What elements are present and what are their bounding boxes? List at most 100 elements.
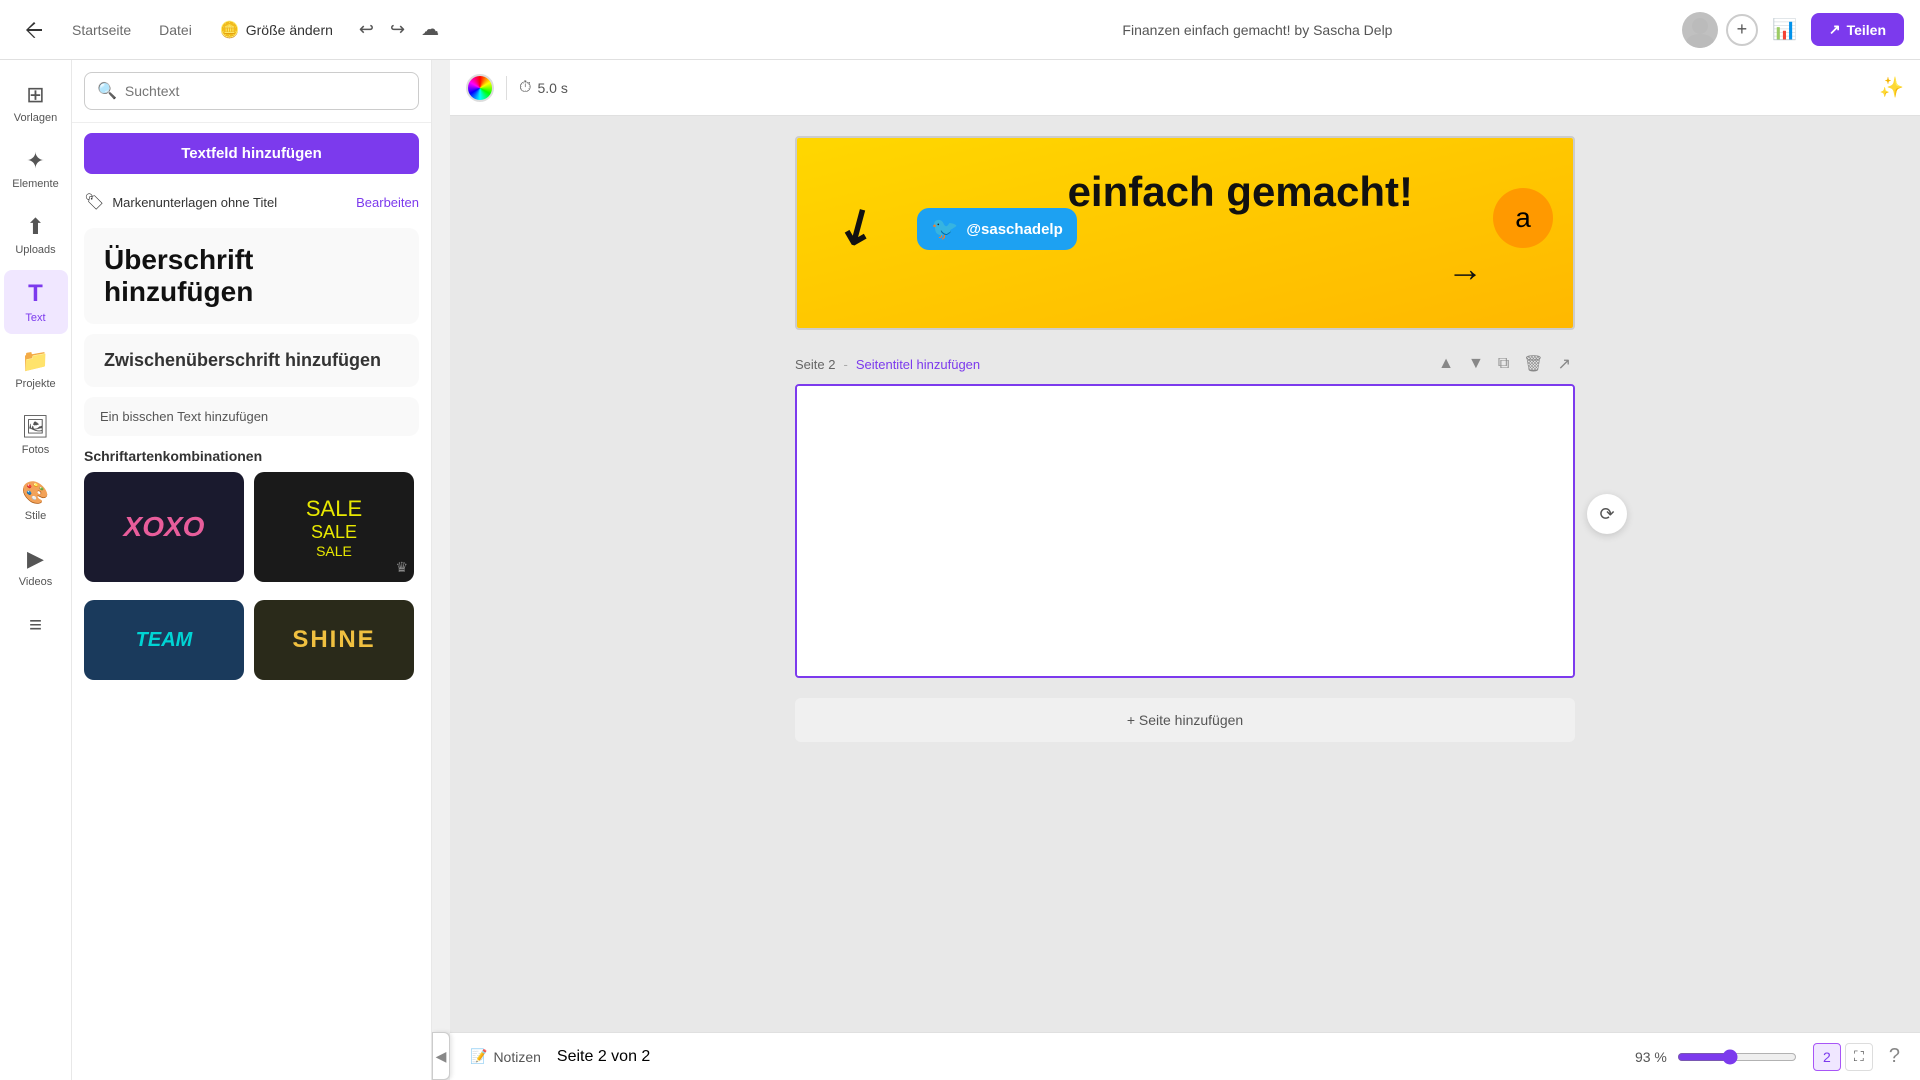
twitter-icon: 🐦 [931,216,958,242]
fotos-icon: 🖼 [22,414,50,440]
sidebar-item-label: Fotos [22,444,50,456]
font-combo-sale[interactable]: SALE SALE SALE ♛ [254,472,414,582]
search-input[interactable] [125,83,406,99]
sidebar-item-label: Stile [25,510,46,522]
arrow-left-decoration: ↙ [826,192,889,261]
page2-header-right: ▲ ▼ ⧉ 🗑 ↗ [1434,350,1575,378]
notes-icon: 📝 [470,1048,487,1065]
avatar [1682,12,1718,48]
undo-button[interactable]: ↩ [353,13,380,46]
brand-edit-button[interactable]: Bearbeiten [356,195,419,210]
sidebar-item-projekte[interactable]: 📁 Projekte [4,338,68,400]
zoom-section: 93 % [1635,1049,1797,1065]
projekte-icon: 📁 [22,348,49,374]
add-heading-card[interactable]: Überschrift hinzufügen [84,228,419,324]
page-duplicate-button[interactable]: ⧉ [1494,351,1513,377]
share-icon: ↗ [1829,21,1841,38]
add-subheading-card[interactable]: Zwischenüberschrift hinzufügen [84,334,419,387]
page2-header-left: Seite 2 - Seitentitel hinzufügen [795,357,980,372]
save-cloud-button[interactable]: ☁ [415,13,445,46]
sale-line1: SALE [306,496,362,522]
sidebar-item-videos[interactable]: ▶ Videos [4,536,68,598]
page2-slide[interactable] [795,384,1575,678]
color-wheel[interactable] [466,74,494,102]
arrow-right-decoration: → [1447,248,1483,290]
search-icon: 🔍 [97,81,117,101]
home-button[interactable]: Startseite [64,16,139,44]
page-indicator: Seite 2 von 2 [557,1048,650,1066]
analytics-icon[interactable]: 📊 [1766,11,1803,48]
page2-title-input[interactable]: Seitentitel hinzufügen [856,357,980,372]
view-buttons: 2 ⛶ [1813,1043,1873,1071]
sidebar-item-text[interactable]: T Text [4,270,68,334]
notes-button[interactable]: 📝 Notizen [470,1048,541,1065]
page1-wrapper: ↙ 🐦 @saschadelp einfach gemacht! a → [795,136,1575,330]
zoom-label: 93 % [1635,1049,1667,1065]
page2-separator: - [843,357,847,372]
top-bar: Startseite Datei 🪙 Größe ändern ↩ ↪ ☁ Fi… [0,0,1920,60]
font-combo-shine[interactable]: SHINE ♛ [254,600,414,680]
font-combo-xoxo[interactable]: XOXO [84,472,244,582]
canvas-toolbar: ⏱ 5.0 s ✨ [450,60,1920,116]
sidebar-item-fotos[interactable]: 🖼 Fotos [4,404,68,466]
add-page-wrapper: + Seite hinzufügen [795,688,1575,742]
sidebar-item-stile[interactable]: 🎨 Stile [4,470,68,532]
toolbar-actions: ↩ ↪ ☁ [353,13,445,46]
page-delete-button[interactable]: 🗑 [1519,350,1547,378]
resize-button[interactable]: 🪙 Größe ändern [212,14,341,46]
page2-content [797,386,1573,676]
page2-label: Seite 2 [795,357,835,372]
sidebar: ⊞ Vorlagen ✦ Elemente ⬆ Uploads T Text 📁… [0,60,72,1080]
canvas-area: ⏱ 5.0 s ✨ ↙ 🐦 @saschadelp einfach gemach… [450,60,1920,1080]
add-text-button[interactable]: Textfeld hinzufügen [84,133,419,174]
timer-display: ⏱ 5.0 s [519,79,568,97]
brand-section: 🏷 Markenunterlagen ohne Titel Bearbeiten [72,184,431,220]
shine-combo-text: SHINE [292,626,375,654]
sidebar-item-uploads[interactable]: ⬆ Uploads [4,204,68,266]
twitter-badge: 🐦 @saschadelp [917,208,1077,250]
page-up-button[interactable]: ▲ [1434,351,1458,377]
page-down-button[interactable]: ▼ [1464,351,1488,377]
page1-main-text: einfach gemacht! [1068,168,1413,216]
expand-view-button[interactable]: ⛶ [1845,1043,1873,1071]
add-collaborator-button[interactable]: + [1726,14,1758,46]
back-icon [24,20,44,40]
avatar-image [1682,12,1718,48]
header-right: + 📊 ↗ Teilen [1682,11,1904,48]
font-combos-grid: XOXO SALE SALE SALE ♛ [84,472,419,582]
share-button[interactable]: ↗ Teilen [1811,13,1904,46]
sidebar-item-elemente[interactable]: ✦ Elemente [4,138,68,200]
hide-panel-button[interactable]: ◀ [432,1032,450,1080]
page-num-badge[interactable]: 2 [1813,1043,1841,1071]
text-panel: 🔍 Textfeld hinzufügen 🏷 Markenunterlagen… [72,60,432,1080]
resize-icon: 🪙 [220,20,240,40]
amazon-icon: a [1493,188,1553,248]
sidebar-item-label: Videos [19,576,52,588]
search-section: 🔍 [72,60,431,123]
add-body-text-card[interactable]: Ein bisschen Text hinzufügen [84,397,419,436]
twitter-handle: @saschadelp [966,221,1062,238]
page1-slide[interactable]: ↙ 🐦 @saschadelp einfach gemacht! a → [795,136,1575,330]
zoom-slider[interactable] [1677,1049,1797,1065]
page-share-button[interactable]: ↗ [1554,350,1575,378]
sidebar-item-label: Text [25,312,45,324]
notes-label: Notizen [493,1049,540,1065]
canvas-scroll[interactable]: ↙ 🐦 @saschadelp einfach gemacht! a → [450,116,1920,1032]
help-button[interactable]: ? [1889,1045,1900,1068]
font-combo-teal[interactable]: TEAM ♛ [84,600,244,680]
vorlagen-icon: ⊞ [26,82,44,108]
page2-wrapper: Seite 2 - Seitentitel hinzufügen ▲ ▼ ⧉ 🗑… [795,350,1575,678]
sale-text: SALE SALE SALE [306,496,362,559]
top-bar-left: Startseite Datei 🪙 Größe ändern ↩ ↪ ☁ [16,13,833,46]
panel-content: Überschrift hinzufügen Zwischenüberschri… [72,220,431,1080]
sidebar-item-vorlagen[interactable]: ⊞ Vorlagen [4,72,68,134]
back-button[interactable] [16,14,52,46]
teal-combo-text: TEAM [136,629,193,652]
redo-button[interactable]: ↪ [384,13,411,46]
ai-magic-button[interactable]: ✨ [1879,75,1904,100]
refresh-button[interactable]: ⟳ [1587,494,1627,534]
toolbar-divider [506,76,507,100]
file-button[interactable]: Datei [151,16,200,44]
sidebar-item-muster[interactable]: ≡ [4,602,68,648]
add-page-button[interactable]: + Seite hinzufügen [795,698,1575,742]
